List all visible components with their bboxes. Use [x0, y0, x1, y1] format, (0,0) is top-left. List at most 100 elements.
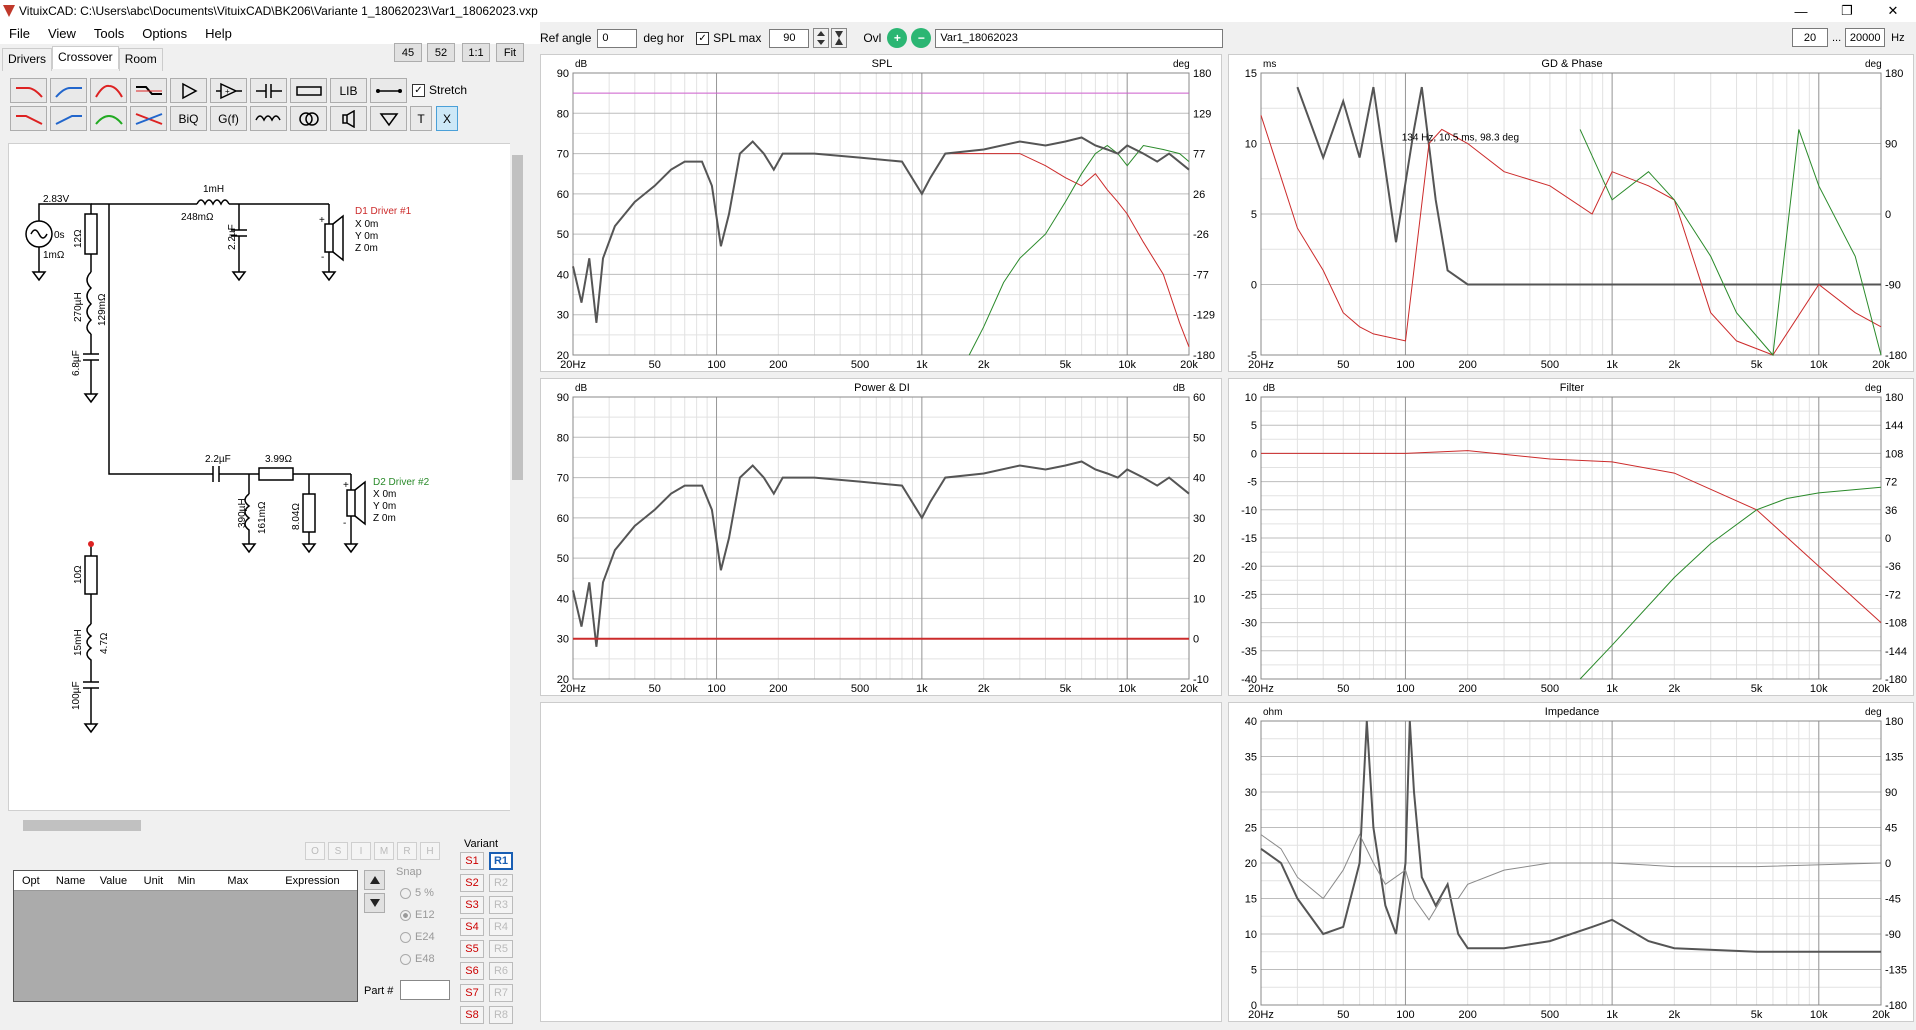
stretch-option[interactable]: ✓ Stretch — [412, 83, 467, 97]
library-button[interactable]: LIB — [330, 78, 367, 103]
col-name[interactable]: Name — [48, 875, 92, 887]
remove-overlay-icon[interactable]: − — [911, 28, 932, 48]
inductor-button[interactable] — [250, 106, 287, 131]
buffer-button[interactable] — [170, 78, 207, 103]
col-unit[interactable]: Unit — [136, 875, 170, 887]
empty-panel[interactable] — [540, 702, 1222, 1022]
parameter-table[interactable]: Opt Name Value Unit Min Max Expression — [13, 870, 358, 1002]
delete-tool-button[interactable]: X — [436, 106, 458, 131]
highpass-1st-button[interactable] — [50, 106, 87, 131]
close-button[interactable]: ✕ — [1870, 0, 1916, 22]
shelf-filter-button[interactable] — [130, 78, 167, 103]
transfer-function-button[interactable]: G(f) — [210, 106, 247, 131]
tab-room[interactable]: Room — [118, 48, 163, 71]
col-max[interactable]: Max — [219, 875, 277, 887]
peaking-filter-button[interactable] — [90, 106, 127, 131]
spl-max-checkbox[interactable]: ✓ — [696, 31, 710, 45]
capacitor-button[interactable] — [250, 78, 287, 103]
transformer-button[interactable] — [290, 106, 327, 131]
opt-s-button[interactable]: S — [328, 842, 348, 860]
recall-variant-1-button[interactable]: R1 — [489, 852, 513, 870]
minimize-button[interactable]: — — [1778, 0, 1824, 22]
opt-r-button[interactable]: R — [397, 842, 417, 860]
filter-panel[interactable]: Filter dB deg -40 -35 -30 -25 -20 -15 -10 -5 0 5 10 18… — [1228, 378, 1914, 696]
snap-e12[interactable]: E12 — [400, 909, 435, 921]
menu-view[interactable]: View — [39, 26, 85, 41]
col-min[interactable]: Min — [170, 875, 220, 887]
menu-tools[interactable]: Tools — [85, 26, 133, 41]
gd-phase-chart[interactable]: GD & Phasems deg-5051015 180900-90-18020Hz… — [1229, 55, 1915, 373]
recall-variant-2-button[interactable]: R2 — [489, 874, 513, 892]
freq-min-input[interactable]: 20 — [1792, 28, 1828, 47]
maximize-button[interactable]: ❐ — [1824, 0, 1870, 22]
lowpass-1st-button[interactable] — [10, 106, 47, 131]
power-di-chart[interactable]: Power & DI dB dB 20 30 40 50 60 70 80 90 60 50 40 30 20… — [541, 379, 1223, 697]
save-variant-7-button[interactable]: S7 — [460, 984, 484, 1002]
stretch-checkbox[interactable]: ✓ — [412, 83, 425, 97]
menu-file[interactable]: File — [0, 26, 39, 41]
save-variant-4-button[interactable]: S4 — [460, 918, 484, 936]
snap-e48[interactable]: E48 — [400, 953, 435, 965]
opt-i-button[interactable]: I — [351, 842, 371, 860]
save-variant-3-button[interactable]: S3 — [460, 896, 484, 914]
ref-angle-input[interactable]: 0 — [597, 28, 638, 48]
recall-variant-3-button[interactable]: R3 — [489, 896, 513, 914]
notch-filter-button[interactable] — [130, 106, 167, 131]
schematic-vertical-scrollbar[interactable] — [510, 143, 525, 811]
zoom-fit-button[interactable]: Fit — [496, 43, 524, 62]
recall-variant-4-button[interactable]: R4 — [489, 918, 513, 936]
wire-button[interactable] — [370, 78, 407, 103]
impedance-chart[interactable]: Impedance ohm deg 0 5 10 15 20 25 30 35 40 180 135 90 4… — [1229, 703, 1915, 1023]
bandpass-filter-button[interactable] — [90, 78, 127, 103]
save-variant-2-button[interactable]: S2 — [460, 874, 484, 892]
impedance-panel[interactable]: Impedance ohm deg 0 5 10 15 20 25 30 35 40 180 135 90 4… — [1228, 702, 1914, 1022]
save-variant-6-button[interactable]: S6 — [460, 962, 484, 980]
recall-variant-8-button[interactable]: R8 — [489, 1006, 513, 1024]
driver2-name[interactable]: D2 Driver #2 — [373, 477, 430, 488]
biquad-button[interactable]: BiQ — [170, 106, 207, 131]
power-di-panel[interactable]: Power & DI dB dB 20 30 40 50 60 70 80 90 60 50 40 30 20… — [540, 378, 1222, 696]
zoom-1to1-button[interactable]: 1:1 — [462, 43, 490, 62]
save-variant-1-button[interactable]: S1 — [460, 852, 484, 870]
lowpass-filter-button[interactable] — [10, 78, 47, 103]
opt-m-button[interactable]: M — [374, 842, 394, 860]
spl-max-input[interactable]: 90 — [769, 28, 810, 48]
save-variant-5-button[interactable]: S5 — [460, 940, 484, 958]
menu-help[interactable]: Help — [196, 26, 241, 41]
spl-auto-button[interactable] — [831, 28, 848, 48]
schematic-canvas[interactable]: 2.83V 0s 1mΩ 12Ω 270µH 129mΩ 6.8µF 1mH 2… — [8, 143, 520, 811]
col-value[interactable]: Value — [92, 875, 136, 887]
col-expression[interactable]: Expression — [277, 875, 357, 887]
driver1-name[interactable]: D1 Driver #1 — [355, 206, 412, 217]
spl-panel[interactable]: SPL dB deg 20 30 40 50 60 70 80 90 180 129 77 26 -26 -77… — [540, 54, 1222, 372]
snap-e24[interactable]: E24 — [400, 931, 435, 943]
spl-chart[interactable]: SPLdB deg2030405060708090 1801297726-26-77… — [541, 55, 1223, 373]
save-variant-8-button[interactable]: S8 — [460, 1006, 484, 1024]
text-tool-button[interactable]: T — [410, 106, 432, 131]
part-input[interactable] — [400, 980, 450, 1000]
driver-button[interactable] — [330, 106, 367, 131]
hscroll-thumb[interactable] — [23, 820, 141, 831]
schematic-horizontal-scrollbar[interactable] — [8, 818, 510, 833]
ground-button[interactable] — [370, 106, 407, 131]
spl-max-spinner[interactable] — [813, 28, 830, 48]
col-opt[interactable]: Opt — [14, 875, 48, 887]
recall-variant-6-button[interactable]: R6 — [489, 962, 513, 980]
vscroll-thumb[interactable] — [512, 155, 523, 480]
recall-variant-5-button[interactable]: R5 — [489, 940, 513, 958]
gd-phase-panel[interactable]: GD & Phase ms deg -5 0 5 10 15 180 90 0 -90 -180 20Hz… — [1228, 54, 1914, 372]
resistor-button[interactable] — [290, 78, 327, 103]
opt-h-button[interactable]: H — [420, 842, 440, 860]
opamp-button[interactable]: + — [210, 78, 247, 103]
zoom-52-button[interactable]: 52 — [427, 43, 455, 62]
move-down-button[interactable] — [364, 893, 385, 913]
filter-chart[interactable]: FilterdB deg-40-35-30-25-20-15-10-50510 18… — [1229, 379, 1915, 697]
highpass-filter-button[interactable] — [50, 78, 87, 103]
tab-drivers[interactable]: Drivers — [2, 48, 52, 71]
menu-options[interactable]: Options — [133, 26, 196, 41]
crossover-schematic[interactable]: 2.83V 0s 1mΩ 12Ω 270µH 129mΩ 6.8µF 1mH 2… — [9, 144, 520, 811]
overlay-name-input[interactable]: Var1_18062023 — [935, 28, 1224, 48]
add-overlay-icon[interactable]: + — [887, 28, 908, 48]
snap-5pct[interactable]: 5 % — [400, 887, 434, 899]
freq-max-input[interactable]: 20000 — [1845, 28, 1886, 47]
